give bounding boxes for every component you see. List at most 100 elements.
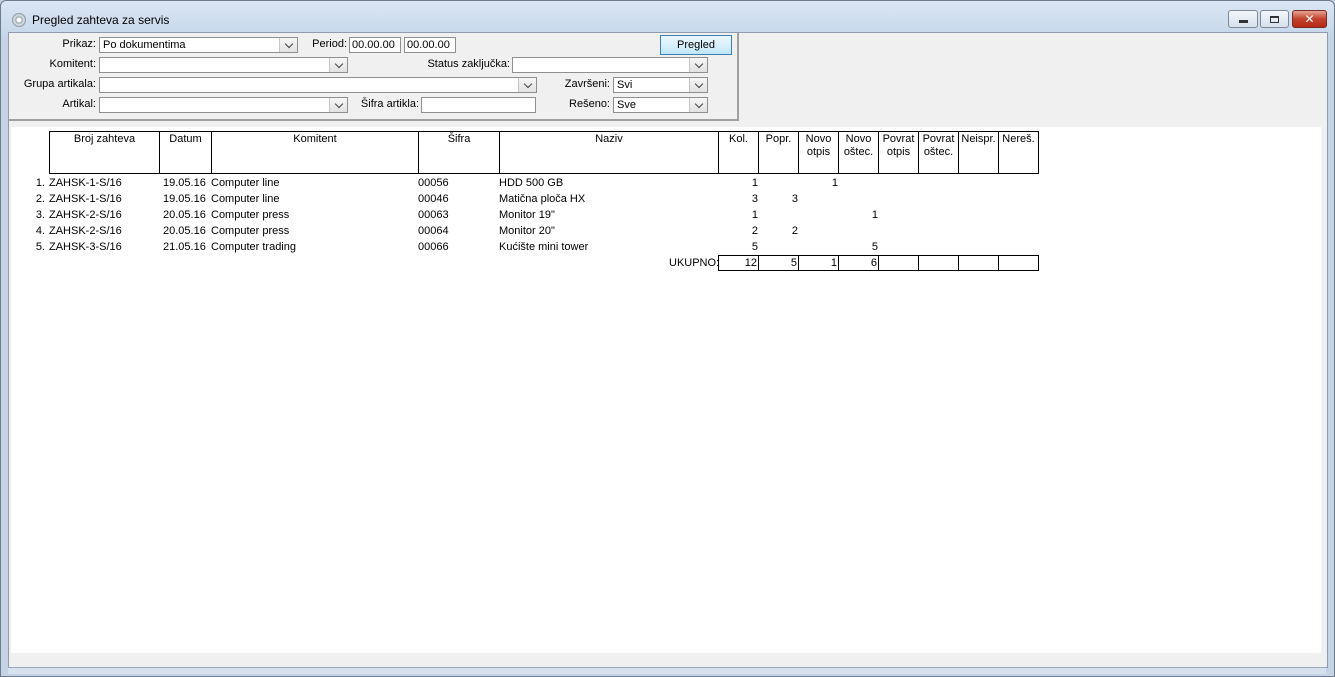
total-neres [998,255,1039,271]
chevron-down-icon [334,99,343,108]
row-komitent: Computer line [211,177,280,189]
header-povrat-otpis: Povrat otpis [878,131,919,174]
maximize-button[interactable] [1260,10,1289,28]
row-broj: ZAHSK-1-S/16 [49,193,122,205]
table-row[interactable]: 3. ZAHSK-2-S/16 20.05.16 Computer press … [11,209,1051,225]
reseno-dropdown-arrow[interactable] [689,98,707,112]
row-naziv: HDD 500 GB [499,177,564,189]
row-datum: 21.05.16 [163,241,206,253]
row-popr: 3 [791,193,798,205]
status-label: Status zaključka: [427,58,510,70]
period-from-input[interactable]: 00.00.00 [349,37,401,53]
content-area: Prikaz: Po dokumentima Period: 00.00.00 … [8,32,1328,668]
row-datum: 19.05.16 [163,193,206,205]
app-window: Pregled zahteva za servis ✕ Prikaz: Po d… [0,0,1335,677]
row-broj: ZAHSK-2-S/16 [49,225,122,237]
period-label: Period: [312,38,347,50]
grupa-select[interactable] [99,77,537,93]
table-row[interactable]: 1. ZAHSK-1-S/16 19.05.16 Computer line 0… [11,177,1051,193]
row-broj: ZAHSK-3-S/16 [49,241,122,253]
row-komitent: Computer trading [211,241,296,253]
zavrseni-dropdown-arrow[interactable] [689,78,707,92]
minimize-button[interactable] [1228,10,1258,28]
header-novo-ostec: Novo oštec. [838,131,879,174]
row-datum: 20.05.16 [163,209,206,221]
header-povrat-otpis-line2: otpis [886,146,911,158]
komitent-select[interactable] [99,57,348,73]
prikaz-dropdown-arrow[interactable] [279,38,297,52]
zavrseni-label: Završeni: [564,78,610,90]
report-area[interactable]: Broj zahteva Datum Komitent Šifra Naziv … [11,127,1321,653]
header-neispr: Neispr. [958,131,999,174]
artikal-select[interactable] [99,97,348,113]
filter-panel: Prikaz: Po dokumentima Period: 00.00.00 … [9,33,739,121]
artikal-label: Artikal: [62,98,96,110]
chevron-down-icon [284,39,293,48]
header-povrat-otpis-line1: Povrat [882,133,915,145]
chevron-down-icon [334,59,343,68]
header-novo-ostec-line1: Novo [845,133,872,145]
header-kol: Kol. [718,131,759,174]
row-kol: 2 [751,225,758,237]
row-datum: 19.05.16 [163,177,206,189]
table-row[interactable]: 2. ZAHSK-1-S/16 19.05.16 Computer line 0… [11,193,1051,209]
minimize-icon [1238,20,1248,23]
header-komitent: Komitent [211,131,419,174]
close-button[interactable]: ✕ [1292,10,1327,28]
row-komitent: Computer press [211,225,290,237]
row-sifra: 00063 [418,209,449,221]
reseno-select[interactable]: Sve [613,97,708,113]
grupa-dropdown-arrow[interactable] [518,78,536,92]
header-novo-otpis-line2: otpis [806,146,831,158]
chevron-down-icon [694,79,703,88]
row-sifra: 00064 [418,225,449,237]
header-sifra: Šifra [418,131,500,174]
total-neispr [958,255,999,271]
row-number: 4. [35,225,45,237]
status-dropdown-arrow[interactable] [689,58,707,72]
row-number: 5. [35,241,45,253]
komitent-dropdown-arrow[interactable] [329,58,347,72]
row-number: 2. [35,193,45,205]
header-broj: Broj zahteva [49,131,160,174]
row-popr: 2 [791,225,798,237]
row-datum: 20.05.16 [163,225,206,237]
table-row[interactable]: 4. ZAHSK-2-S/16 20.05.16 Computer press … [11,225,1051,241]
sifra-input[interactable] [421,97,536,113]
totals-label: UKUPNO: [669,257,720,269]
row-sifra: 00056 [418,177,449,189]
header-novo-otpis: Novo otpis [798,131,839,174]
total-povrat-ostec [918,255,959,271]
row-sifra: 00046 [418,193,449,205]
maximize-icon [1270,15,1279,23]
header-novo-otpis-line1: Novo [805,133,832,145]
row-naziv: Monitor 19" [499,209,555,221]
row-naziv: Matična ploča HX [499,193,586,205]
prikaz-select[interactable]: Po dokumentima [99,37,298,53]
total-novo-otpis: 1 [798,255,839,271]
komitent-label: Komitent: [49,58,96,70]
header-povrat-ostec: Povrat oštec. [918,131,959,174]
title-bar[interactable]: Pregled zahteva za servis ✕ [1,1,1334,33]
header-popr: Popr. [758,131,799,174]
total-kol: 12 [718,255,759,271]
zavrseni-select[interactable]: Svi [613,77,708,93]
header-datum: Datum [159,131,212,174]
reseno-value: Sve [617,99,636,111]
period-to-input[interactable]: 00.00.00 [404,37,456,53]
row-naziv: Monitor 20" [499,225,555,237]
sifra-label: Šifra artikla: [360,98,419,110]
row-novo-ostec: 1 [871,209,878,221]
row-number: 1. [35,177,45,189]
app-icon [12,13,26,27]
pregled-button[interactable]: Pregled [660,35,732,55]
artikal-dropdown-arrow[interactable] [329,98,347,112]
status-bar [8,667,1326,674]
status-select[interactable] [512,57,708,73]
header-povrat-ostec-line1: Povrat [922,133,955,145]
header-novo-ostec-line2: oštec. [843,146,874,158]
row-novo-otpis: 1 [831,177,838,189]
chevron-down-icon [694,99,703,108]
row-broj: ZAHSK-1-S/16 [49,177,122,189]
header-neres: Nereš. [998,131,1039,174]
